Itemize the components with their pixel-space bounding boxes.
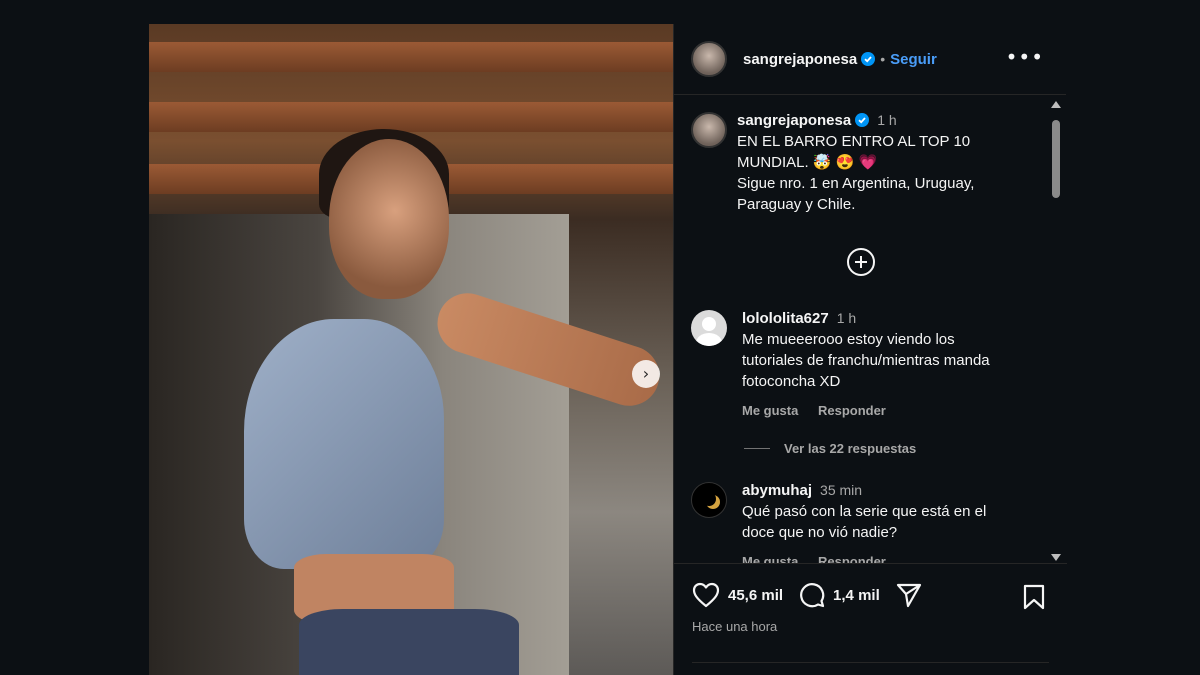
caption-text-line: MUNDIAL. 🤯 😍 💗	[737, 154, 878, 171]
likes-count[interactable]: 45,6 mil	[728, 587, 783, 604]
comment-like-button[interactable]: Me gusta	[742, 403, 798, 418]
view-replies-button[interactable]: Ver las 22 respuestas	[744, 441, 916, 456]
caption-text-line: EN EL BARRO ENTRO AL TOP 10	[737, 133, 971, 150]
comment-body: abymuhaj 35 min Qué pasó con la serie que…	[742, 480, 986, 563]
comment-time[interactable]: 35 min	[820, 482, 862, 498]
divider	[692, 662, 1049, 663]
view-replies-label: Ver las 22 respuestas	[784, 441, 917, 456]
comment-body: lolololita627 1 h Me mueeerooo estoy vien…	[742, 308, 990, 421]
post-modal: › sangrejaponesa • Seguir ••• sangrejapo…	[149, 24, 1067, 675]
post-sidebar: sangrejaponesa • Seguir ••• sangrejapone…	[673, 24, 1067, 675]
comment-text-line: tutoriales de franchu/mientras manda	[742, 352, 990, 369]
caption-text-line: Sigue nro. 1 en Argentina, Uruguay,	[737, 175, 975, 192]
post-photo[interactable]: ›	[149, 24, 673, 675]
comment-text-line: fotoconcha XD	[742, 373, 841, 390]
scroll-up-arrow-icon[interactable]	[1051, 101, 1061, 108]
comments-count[interactable]: 1,4 mil	[833, 587, 880, 604]
header-separator: •	[880, 51, 886, 67]
author-avatar[interactable]	[691, 41, 727, 77]
follow-button[interactable]: Seguir	[890, 51, 937, 68]
like-button[interactable]: 45,6 mil	[692, 582, 783, 608]
bookmark-icon[interactable]	[1023, 584, 1045, 610]
comment-text-line: doce que no vió nadie?	[742, 524, 898, 541]
photo-wood-slat	[149, 42, 673, 72]
post-actions: 45,6 mil 1,4 mil Hace una hora	[674, 563, 1067, 675]
load-more-comments-icon[interactable]	[847, 248, 875, 276]
share-button[interactable]	[896, 582, 922, 608]
commenter-avatar[interactable]	[691, 482, 727, 518]
comment-button[interactable]: 1,4 mil	[799, 582, 880, 608]
comment-time[interactable]: 1 h	[837, 310, 856, 326]
caption-username[interactable]: sangrejaponesa	[737, 112, 851, 129]
caption-avatar[interactable]	[691, 112, 727, 148]
comment-username[interactable]: lolololita627	[742, 310, 829, 327]
heart-icon	[692, 582, 720, 608]
comment-text-line: Qué pasó con la serie que está en el	[742, 503, 987, 520]
comment-bubble-icon	[800, 583, 825, 608]
verified-badge-icon	[861, 52, 876, 66]
commenter-avatar[interactable]	[691, 310, 727, 346]
share-send-icon	[896, 583, 921, 608]
comments-scrollbar[interactable]	[1050, 98, 1062, 564]
comment-reply-button[interactable]: Responder	[818, 554, 886, 563]
caption-body: sangrejaponesa 1 h EN EL BARRO ENTRO AL T…	[737, 110, 974, 215]
caption-time[interactable]: 1 h	[877, 112, 896, 128]
comment-item: abymuhaj 35 min Qué pasó con la serie que…	[691, 480, 1036, 563]
author-username[interactable]: sangrejaponesa	[743, 51, 857, 68]
post-header: sangrejaponesa • Seguir •••	[674, 24, 1066, 95]
post-caption: sangrejaponesa 1 h EN EL BARRO ENTRO AL T…	[691, 110, 1041, 215]
scrollbar-thumb[interactable]	[1052, 120, 1060, 198]
comment-username[interactable]: abymuhaj	[742, 482, 812, 499]
replies-divider	[744, 448, 770, 449]
comment-item: lolololita627 1 h Me mueeerooo estoy vien…	[691, 308, 1036, 421]
caption-text-line: Paraguay y Chile.	[737, 196, 856, 213]
photo-figure-head	[329, 139, 449, 299]
posted-time[interactable]: Hace una hora	[692, 619, 777, 634]
photo-wood-slat	[149, 102, 673, 132]
photo-figure-top	[244, 319, 444, 569]
comment-reply-button[interactable]: Responder	[818, 403, 886, 418]
photo-figure-pants	[299, 609, 519, 675]
comments-panel[interactable]: sangrejaponesa 1 h EN EL BARRO ENTRO AL T…	[674, 96, 1067, 563]
scroll-down-arrow-icon[interactable]	[1051, 554, 1061, 561]
action-row: 45,6 mil 1,4 mil	[692, 582, 938, 608]
comment-text-line: Me mueeerooo estoy viendo los	[742, 331, 955, 348]
more-options-icon[interactable]: •••	[1006, 47, 1044, 67]
comment-actions: Me gusta Responder	[742, 551, 986, 563]
comment-actions: Me gusta Responder	[742, 400, 990, 421]
next-photo-button[interactable]: ›	[632, 360, 660, 388]
verified-badge-icon	[855, 113, 870, 127]
comment-like-button[interactable]: Me gusta	[742, 554, 798, 563]
